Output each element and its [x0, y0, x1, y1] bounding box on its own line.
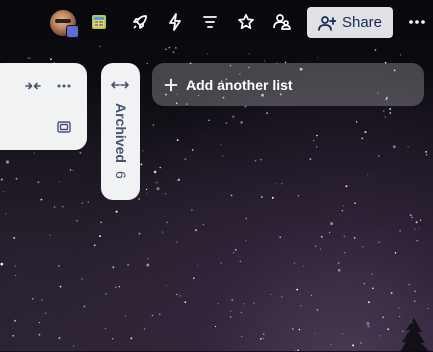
list-more-icon[interactable]	[54, 76, 74, 96]
share-label: Share	[341, 14, 383, 31]
archived-label-group: Archived 6	[107, 103, 135, 193]
admin-badge-icon	[66, 25, 79, 38]
archived-title: Archived	[113, 103, 129, 163]
add-person-icon	[318, 15, 336, 31]
automation-rocket-icon[interactable]	[128, 10, 152, 34]
archived-list-collapsed[interactable]: Archived 6	[101, 63, 140, 200]
power-up-icon[interactable]	[87, 10, 111, 34]
share-button[interactable]: Share	[307, 7, 393, 38]
tree-silhouette	[400, 318, 430, 352]
lightning-icon[interactable]	[163, 10, 187, 34]
add-list-button[interactable]: Add another list	[152, 63, 424, 106]
collapse-icon[interactable]	[23, 76, 43, 96]
board-header: Share	[0, 0, 433, 44]
archived-count: 6	[113, 170, 129, 179]
more-icon[interactable]	[405, 10, 429, 34]
card-template-icon[interactable]	[54, 117, 74, 137]
filter-icon[interactable]	[198, 10, 222, 34]
board-list	[0, 63, 87, 150]
star-icon[interactable]	[234, 10, 258, 34]
starfield-background	[0, 45, 429, 351]
avatar-glasses	[55, 19, 71, 23]
visibility-icon[interactable]	[270, 10, 294, 34]
avatar[interactable]	[50, 10, 79, 38]
add-list-label: Add another list	[186, 76, 293, 93]
plus-icon	[164, 78, 178, 91]
expand-icon[interactable]	[110, 79, 130, 91]
